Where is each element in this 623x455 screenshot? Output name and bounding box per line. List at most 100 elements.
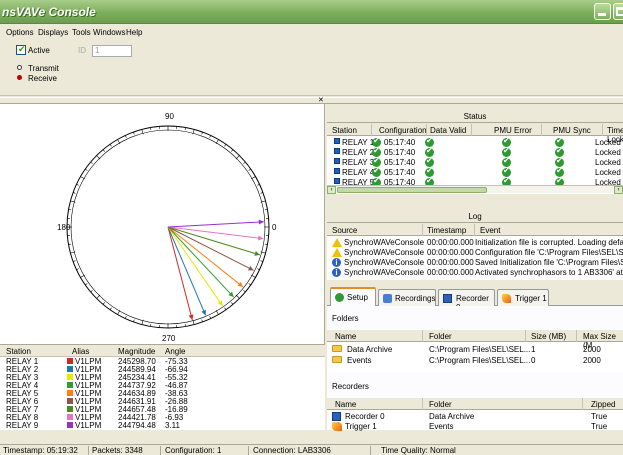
cell-folder: Data Archive (429, 412, 475, 421)
status-col-station[interactable]: Station (332, 126, 357, 135)
cell-station: RELAY 4 (342, 168, 375, 177)
col-angle[interactable]: Angle (165, 347, 185, 356)
table-row[interactable]: RELAY 3 V1LPM 245234.41 -55.32 (0, 374, 325, 382)
cell-angle: 3.11 (165, 421, 180, 430)
cell-station: RELAY 9 (6, 421, 39, 430)
status-timestamp: Timestamp: 05:19:32 (3, 446, 78, 455)
menu-tools[interactable]: Tools (72, 28, 91, 37)
id-label: ID (78, 46, 86, 55)
minimize-button[interactable] (594, 3, 611, 20)
table-row[interactable]: RELAY 3 05:17:40 Locked (327, 156, 623, 167)
window-title: nsVAVe Console (2, 5, 96, 19)
recorders-col-zipped[interactable]: Zipped (591, 400, 615, 409)
col-alias[interactable]: Alias (72, 347, 89, 356)
horizontal-splitter[interactable] (0, 97, 623, 104)
folder-icon (332, 356, 342, 363)
status-col-pmu-error[interactable]: PMU Error (494, 126, 532, 135)
log-col-event[interactable]: Event (480, 226, 500, 235)
color-swatch (67, 382, 73, 388)
folders-grid: Name Folder Size (MB) Max Size (M Data A… (327, 330, 623, 372)
col-station[interactable]: Station (6, 347, 31, 356)
tab-setup-label: Setup (347, 293, 368, 302)
table-row[interactable]: RELAY 2 05:17:40 Locked (327, 146, 623, 157)
status-horizontal-scrollbar[interactable]: ‹ › (327, 185, 623, 194)
phasor-vector-5 (167, 226, 244, 288)
cell-configuration-time: 05:17:40 (384, 138, 416, 147)
status-col-configuration[interactable]: Configuration (379, 126, 427, 135)
cell-name: Recorder 0 (345, 412, 385, 421)
cell-name: Data Archive (347, 345, 393, 354)
tab-setup[interactable]: Setup (330, 287, 376, 307)
table-row[interactable]: RELAY 1 05:17:40 Locked (327, 136, 623, 147)
id-input[interactable]: 1 (92, 45, 132, 57)
menu-options[interactable]: Options (6, 28, 34, 37)
cell-source: SynchroWAVeConsole (344, 258, 425, 267)
table-row[interactable]: Events C:\Program Files\SEL\SEL... 0 2000 (327, 355, 623, 365)
phasor-label-0: 0 (272, 223, 277, 232)
folders-grid-header: Name Folder Size (MB) Max Size (M (327, 330, 623, 350)
folder-icon (332, 345, 342, 352)
table-row[interactable]: i SynchroWAVeConsole 00:00:00.000 Activated… (327, 267, 623, 277)
maximize-icon (616, 7, 623, 16)
status-col-data-valid[interactable]: Data Valid (430, 126, 466, 135)
table-row[interactable]: RELAY 5 V1LPM 244634.89 -38.63 (0, 390, 325, 398)
cell-timestamp: 00:00:00.000 (427, 268, 474, 277)
cell-source: SynchroWAVeConsole (344, 238, 425, 247)
color-swatch (67, 422, 73, 428)
cell-timestamp: 00:00:00.000 (427, 258, 474, 267)
transmit-radio[interactable] (17, 65, 22, 70)
folders-col-folder[interactable]: Folder (429, 332, 452, 341)
folders-col-name[interactable]: Name (335, 332, 356, 341)
table-row[interactable]: Data Archive C:\Program Files\SEL\SEL... 1… (327, 344, 623, 354)
table-row[interactable]: RELAY 4 05:17:40 Locked (327, 166, 623, 177)
color-swatch (67, 366, 73, 372)
recorders-col-name[interactable]: Name (335, 400, 356, 409)
status-packets: Packets: 3348 (92, 446, 143, 455)
scroll-right-arrow[interactable]: › (614, 186, 623, 194)
phasor-arrowhead-8 (258, 235, 264, 241)
folders-col-size[interactable]: Size (MB) (531, 332, 566, 341)
status-configuration: Configuration: 1 (165, 446, 222, 455)
table-row[interactable]: Recorder 0 Data Archive True (327, 411, 623, 421)
phasor-vector-2 (167, 226, 207, 316)
warning-icon (332, 238, 342, 247)
scroll-left-arrow[interactable]: ‹ (327, 186, 336, 194)
tab-trigger-1[interactable]: Trigger 1 (497, 289, 549, 306)
floppy-icon (443, 294, 452, 303)
menu-windows[interactable]: Windows (93, 28, 125, 37)
table-row[interactable]: Trigger 1 Events True (327, 421, 623, 431)
cell-folder: C:\Program Files\SEL\SEL... (429, 356, 531, 365)
tab-recorder-0[interactable]: Recorder 0 (438, 289, 495, 312)
col-magnitude[interactable]: Magnitude (118, 347, 155, 356)
table-row[interactable]: SynchroWAVeConsole 00:00:00.000 Initializa… (327, 237, 623, 247)
phasor-vector-9 (167, 221, 264, 228)
maximize-button[interactable] (613, 3, 623, 20)
menu-help[interactable]: Help (126, 28, 142, 37)
receive-radio[interactable] (17, 75, 22, 80)
table-row[interactable]: RELAY 6 V1LPM 244631.91 -26.88 (0, 398, 325, 406)
phasor-arrowhead-3 (217, 300, 223, 306)
table-row[interactable]: RELAY 9 V1LPM 244794.48 3.11 (0, 422, 325, 430)
warning-icon (332, 248, 342, 257)
log-grid: Source Timestamp Event SynchroWAVeConsol… (327, 224, 623, 280)
recordings-icon (383, 294, 392, 303)
log-col-timestamp[interactable]: Timestamp (427, 226, 466, 235)
table-row[interactable]: RELAY 7 V1LPM 244657.48 -16.89 (0, 406, 325, 414)
table-row[interactable]: RELAY 2 V1LPM 244589.94 -66.94 (0, 366, 325, 374)
tab-recordings[interactable]: Recordings (378, 289, 436, 306)
phasor-table-header: Station Alias Magnitude Angle (0, 345, 325, 357)
table-row[interactable]: RELAY 4 V1LPM 244737.92 -46.87 (0, 382, 325, 390)
status-col-pmu-sync[interactable]: PMU Sync (553, 126, 591, 135)
scroll-thumb[interactable] (337, 187, 487, 193)
table-row[interactable]: i SynchroWAVeConsole 00:00:00.000 Saved Ini… (327, 257, 623, 267)
log-col-source[interactable]: Source (332, 226, 357, 235)
table-row[interactable]: SynchroWAVeConsole 00:00:00.000 Configurat… (327, 247, 623, 257)
close-pane-icon[interactable]: ✕ (318, 97, 324, 104)
cell-configuration-time: 05:17:40 (384, 158, 416, 167)
info-icon: i (332, 258, 341, 267)
table-row[interactable]: RELAY 8 V1LPM 244421.78 -6.93 (0, 414, 325, 422)
menu-displays[interactable]: Displays (38, 28, 68, 37)
recorders-col-folder[interactable]: Folder (429, 400, 452, 409)
active-checkbox[interactable] (16, 44, 26, 55)
table-row[interactable]: RELAY 1 V1LPM 245298.70 -75.33 (0, 358, 325, 366)
